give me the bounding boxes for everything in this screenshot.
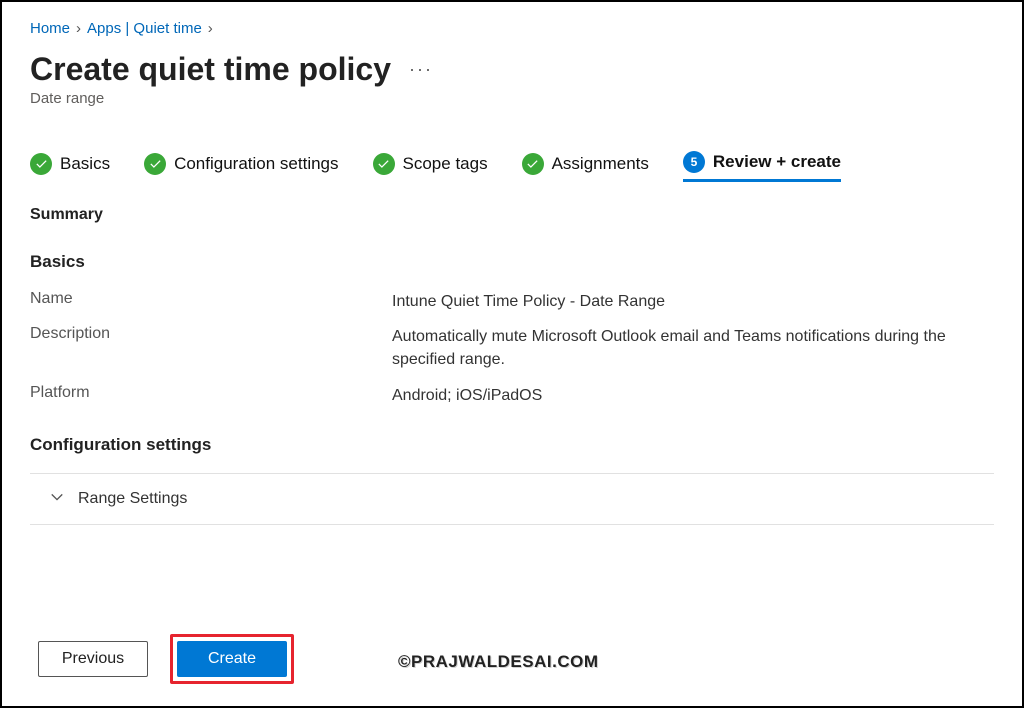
highlight-frame: Create: [170, 634, 294, 684]
name-value: Intune Quiet Time Policy - Date Range: [392, 290, 994, 313]
platform-value: Android; iOS/iPadOS: [392, 384, 994, 407]
tab-label: Review + create: [713, 152, 841, 172]
basics-heading: Basics: [30, 252, 994, 272]
page-title: Create quiet time policy: [30, 51, 391, 88]
name-label: Name: [30, 290, 392, 313]
tab-label: Scope tags: [403, 154, 488, 174]
more-actions-icon[interactable]: ···: [409, 59, 433, 80]
chevron-right-icon: ›: [76, 20, 81, 37]
tab-configuration-settings[interactable]: Configuration settings: [144, 153, 338, 181]
watermark-text: ©PRAJWALDESAI.COM: [398, 652, 598, 672]
checkmark-icon: [144, 153, 166, 175]
breadcrumb-apps-quiet-time[interactable]: Apps | Quiet time: [87, 20, 202, 37]
tab-label: Basics: [60, 154, 110, 174]
breadcrumb-home[interactable]: Home: [30, 20, 70, 37]
description-label: Description: [30, 325, 392, 371]
step-number-badge: 5: [683, 151, 705, 173]
create-button[interactable]: Create: [177, 641, 287, 677]
checkmark-icon: [522, 153, 544, 175]
platform-label: Platform: [30, 384, 392, 407]
page-subtitle: Date range: [30, 90, 994, 107]
previous-button[interactable]: Previous: [38, 641, 148, 677]
expander-label: Range Settings: [78, 490, 187, 508]
tab-label: Configuration settings: [174, 154, 338, 174]
tab-review-create[interactable]: 5 Review + create: [683, 151, 841, 182]
wizard-tabs: Basics Configuration settings Scope tags…: [30, 151, 994, 182]
breadcrumb: Home › Apps | Quiet time ›: [30, 20, 994, 37]
tab-assignments[interactable]: Assignments: [522, 153, 649, 181]
config-settings-heading: Configuration settings: [30, 435, 994, 455]
description-value: Automatically mute Microsoft Outlook ema…: [392, 325, 994, 371]
checkmark-icon: [373, 153, 395, 175]
summary-heading: Summary: [30, 206, 994, 224]
range-settings-expander[interactable]: Range Settings: [30, 473, 994, 525]
chevron-right-icon: ›: [208, 20, 213, 37]
checkmark-icon: [30, 153, 52, 175]
tab-scope-tags[interactable]: Scope tags: [373, 153, 488, 181]
tab-basics[interactable]: Basics: [30, 153, 110, 181]
chevron-down-icon: [50, 490, 64, 507]
tab-label: Assignments: [552, 154, 649, 174]
